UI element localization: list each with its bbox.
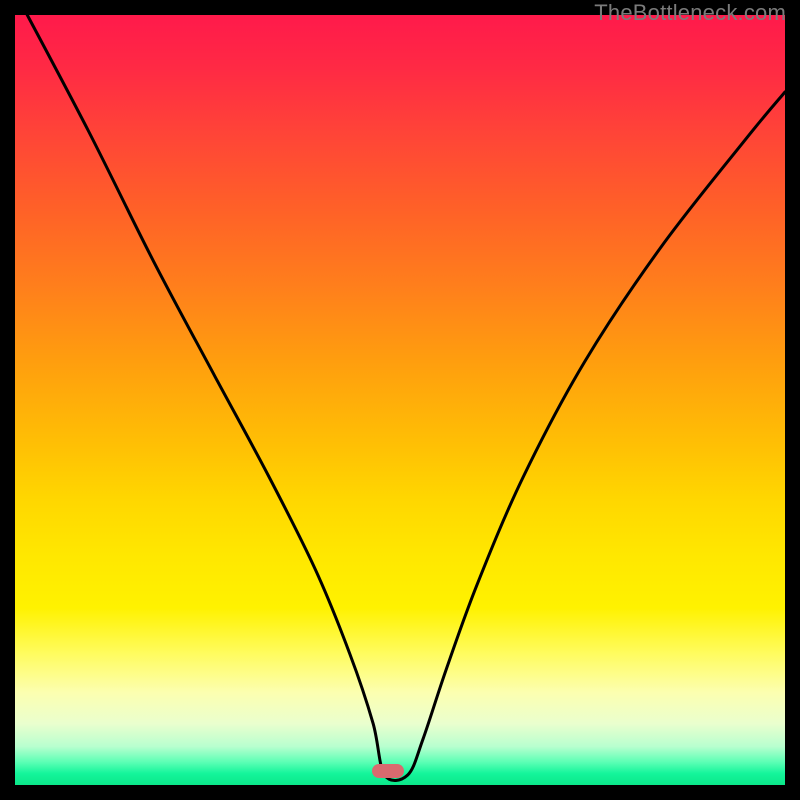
optimal-marker	[372, 764, 404, 778]
bottleneck-curve	[15, 15, 785, 785]
plot-area	[15, 15, 785, 785]
curve-path	[15, 15, 785, 781]
watermark-text: TheBottleneck.com	[594, 0, 786, 26]
chart-stage: TheBottleneck.com	[0, 0, 800, 800]
